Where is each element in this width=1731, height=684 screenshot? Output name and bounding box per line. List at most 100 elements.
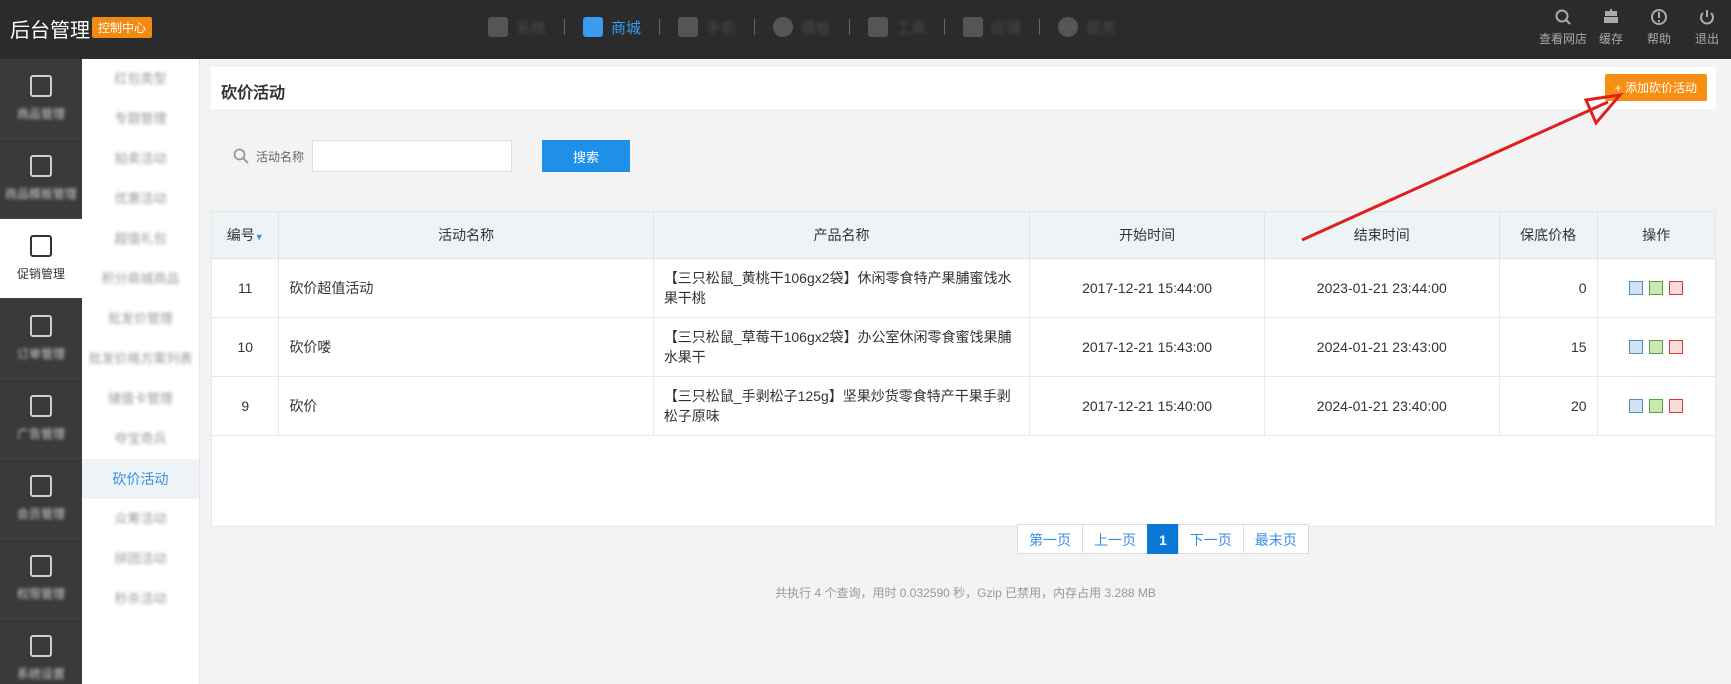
cell-activity-name: 砍价喽 — [278, 317, 654, 377]
subnav-label: 优惠活动 — [114, 191, 167, 206]
prev-page-button[interactable]: 上一页 — [1082, 524, 1148, 554]
palette-icon — [773, 17, 794, 37]
sub-sidebar: 红包类型 专题管理 拍卖活动 优惠活动 超值礼包 积分商城商品 批发价管理 批发… — [82, 59, 200, 684]
tools-icon — [868, 17, 889, 37]
cell-activity-name: 砍价 — [278, 376, 654, 436]
sidebar-item-goods-template[interactable]: 商品模板管理 — [0, 139, 82, 219]
page-title: 砍价活动 — [221, 85, 286, 102]
row-actions — [1608, 280, 1705, 295]
nav-label: 工具 — [896, 19, 927, 37]
view-icon[interactable] — [1629, 339, 1644, 354]
help-icon — [1651, 8, 1667, 25]
cell-activity-name: 砍价超值活动 — [278, 258, 654, 318]
tool-label: 查看网店 — [1539, 31, 1588, 46]
sidebar-item-label: 系统设置 — [16, 667, 65, 681]
nav-label: 模板 — [801, 19, 832, 37]
last-page-button[interactable]: 最末页 — [1242, 524, 1309, 554]
bargain-table: 编号▼ 活动名称 产品名称 开始时间 结束时间 保底价格 操作 11 砍价超值活… — [211, 211, 1716, 527]
activity-name-input[interactable] — [312, 140, 513, 172]
cell-product-name: 【三只松鼠_草莓干106gx2袋】办公室休闲零食蜜饯果脯水果干 — [653, 317, 1031, 377]
view-icon[interactable] — [1629, 280, 1644, 295]
tool-label: 退出 — [1694, 31, 1719, 46]
document-icon — [30, 235, 52, 257]
subnav-item-wholesale-list[interactable]: 批发价格方案列表 — [82, 339, 199, 379]
sidebar-item-permissions[interactable]: 权限管理 — [0, 539, 82, 619]
sidebar-item-orders[interactable]: 订单管理 — [0, 299, 82, 379]
column-header-id[interactable]: 编号▼ — [212, 212, 280, 259]
sidebar-item-label: 权限管理 — [16, 587, 65, 601]
nav-service[interactable]: 服务 — [1040, 0, 1134, 54]
nav-tools[interactable]: 工具 — [850, 0, 944, 54]
sidebar-item-goods[interactable]: 商品管理 — [0, 59, 82, 139]
nav-template[interactable]: 模板 — [755, 0, 849, 54]
subnav-item-bargain[interactable]: 砍价活动 — [82, 459, 199, 499]
subnav-item-group-buy[interactable]: 拼团活动 — [82, 539, 199, 579]
subnav-item-bonus[interactable]: 红包类型 — [82, 59, 199, 99]
subnav-item-crowdfund[interactable]: 众筹活动 — [82, 499, 199, 539]
cell-floor-price: 20 — [1499, 376, 1598, 436]
nav-store[interactable]: 店铺 — [945, 0, 1039, 54]
cell-start-time: 2017-12-21 15:40:00 — [1029, 376, 1265, 436]
edit-icon[interactable] — [1649, 398, 1664, 413]
row-actions — [1608, 398, 1705, 413]
tool-label: 缓存 — [1598, 31, 1623, 46]
subnav-item-auction[interactable]: 拍卖活动 — [82, 139, 199, 179]
main-sidebar: 商品管理 商品模板管理 促销管理 订单管理 广告管理 会员管理 权限管理 系统设… — [0, 59, 82, 684]
edit-icon[interactable] — [1649, 339, 1664, 354]
search-icon — [1555, 9, 1571, 25]
nav-system[interactable]: 系统 — [470, 0, 564, 54]
add-bargain-button[interactable]: + 添加砍价活动 — [1604, 74, 1707, 101]
subnav-item-seckill[interactable]: 秒杀活动 — [82, 579, 199, 619]
current-page[interactable]: 1 — [1147, 524, 1179, 554]
first-page-button[interactable]: 第一页 — [1017, 524, 1083, 554]
control-center-badge[interactable]: 控制中心 — [92, 17, 153, 38]
edit-icon — [30, 475, 52, 497]
cache-button[interactable]: 缓存 — [1587, 0, 1635, 54]
sidebar-item-label: 促销管理 — [16, 267, 65, 281]
edit-icon — [30, 75, 52, 97]
edit-icon — [30, 635, 52, 657]
subnav-label: 红包类型 — [114, 71, 167, 86]
cell-id: 11 — [212, 258, 280, 318]
subnav-label: 专题管理 — [114, 111, 167, 126]
subnav-item-snatch[interactable]: 夺宝奇兵 — [82, 419, 199, 459]
column-header-end-time: 结束时间 — [1264, 212, 1500, 259]
subnav-label: 超值礼包 — [114, 231, 167, 246]
edit-icon[interactable] — [1649, 280, 1664, 295]
nav-label: 手机 — [706, 19, 737, 37]
sidebar-item-label: 会员管理 — [16, 507, 65, 521]
nav-label: 商城 — [611, 19, 642, 37]
brand-title: 后台管理 — [10, 20, 90, 42]
table-row: 11 砍价超值活动 【三只松鼠_黄桃干106gx2袋】休闲零食特产果脯蜜饯水果干… — [212, 258, 1715, 318]
nav-mall[interactable]: 商城 — [565, 0, 659, 54]
subnav-label: 批发价格方案列表 — [88, 351, 193, 366]
subnav-item-topic[interactable]: 专题管理 — [82, 99, 199, 139]
tool-label: 帮助 — [1646, 31, 1671, 46]
subnav-item-value-card[interactable]: 储值卡管理 — [82, 379, 199, 419]
cell-floor-price: 0 — [1499, 258, 1598, 318]
sidebar-item-label: 广告管理 — [16, 427, 65, 441]
help-button[interactable]: 帮助 — [1635, 0, 1683, 54]
cell-start-time: 2017-12-21 15:43:00 — [1029, 317, 1265, 377]
subnav-item-exchange[interactable]: 积分商城商品 — [82, 259, 199, 299]
search-button[interactable]: 搜索 — [542, 140, 631, 172]
nav-mobile[interactable]: 手机 — [660, 0, 754, 54]
view-icon[interactable] — [1629, 398, 1644, 413]
sidebar-item-settings[interactable]: 系统设置 — [0, 619, 82, 684]
subnav-item-wholesale[interactable]: 批发价管理 — [82, 299, 199, 339]
sidebar-item-ads[interactable]: 广告管理 — [0, 379, 82, 459]
delete-icon[interactable] — [1669, 339, 1684, 354]
next-page-button[interactable]: 下一页 — [1177, 524, 1244, 554]
top-tools: 查看网店 缓存 帮助 退出 — [1539, 0, 1731, 54]
subnav-label: 储值卡管理 — [107, 391, 173, 406]
subnav-item-favourable[interactable]: 优惠活动 — [82, 179, 199, 219]
image-icon — [583, 17, 604, 37]
delete-icon[interactable] — [1669, 398, 1684, 413]
search-bar: 活动名称 搜索 — [232, 140, 631, 172]
sidebar-item-promotion[interactable]: 促销管理 — [0, 219, 82, 299]
delete-icon[interactable] — [1669, 280, 1684, 295]
sidebar-item-members[interactable]: 会员管理 — [0, 459, 82, 539]
logout-button[interactable]: 退出 — [1683, 0, 1731, 54]
subnav-item-package[interactable]: 超值礼包 — [82, 219, 199, 259]
view-store-button[interactable]: 查看网店 — [1539, 0, 1587, 54]
